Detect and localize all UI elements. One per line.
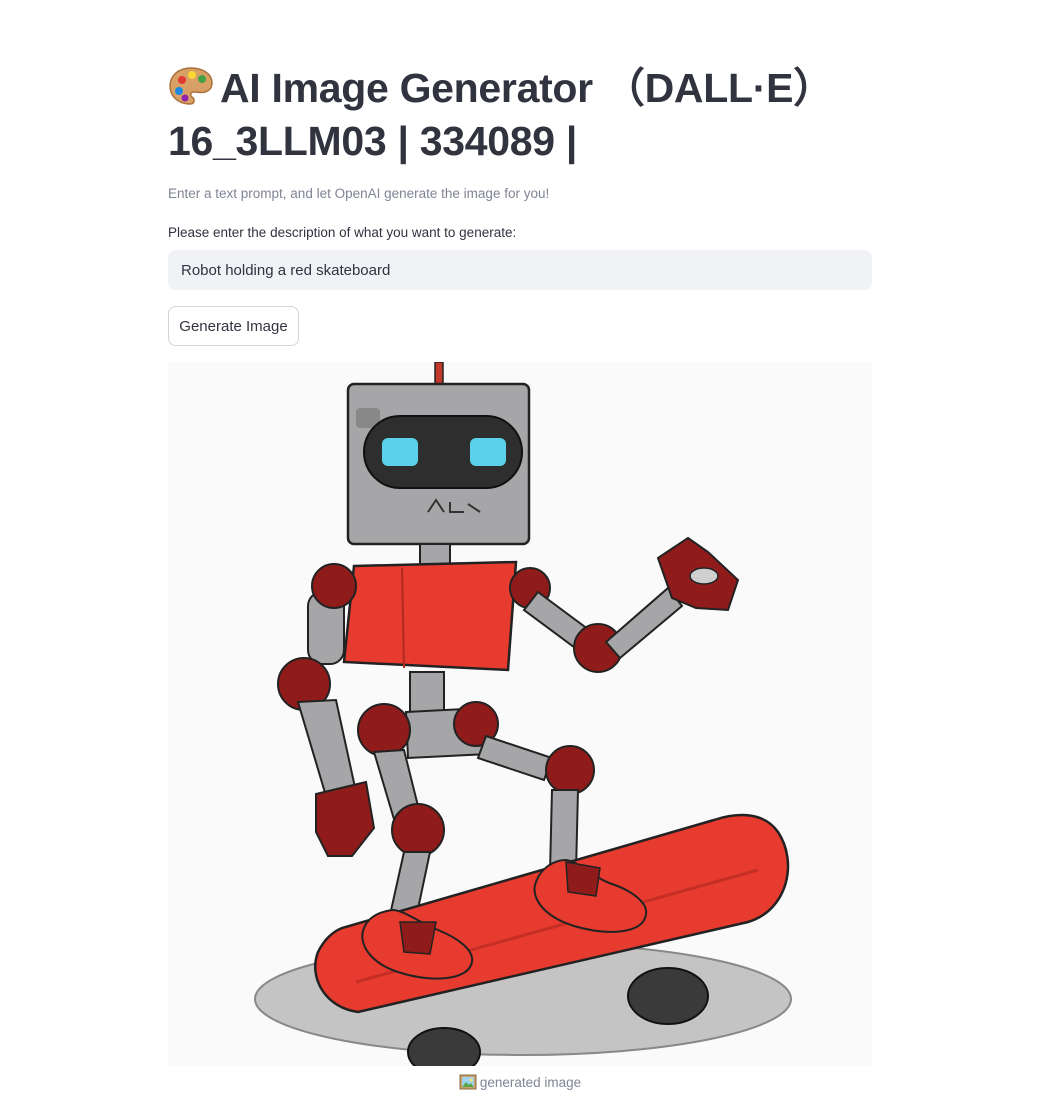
caption-text: generated image: [479, 1075, 582, 1090]
page-title: AI Image Generator （DALL·E）16_3LLM03 | 3…: [168, 62, 888, 168]
page-title-text: AI Image Generator （DALL·E）16_3LLM03 | 3…: [168, 65, 834, 164]
generate-image-button[interactable]: Generate Image: [168, 306, 299, 346]
prompt-label: Please enter the description of what you…: [168, 225, 517, 240]
generated-image: [168, 362, 872, 1066]
prompt-input[interactable]: [168, 250, 872, 290]
framed-picture-icon: [459, 1074, 477, 1090]
page-subtitle: Enter a text prompt, and let OpenAI gene…: [168, 186, 550, 201]
image-caption: generated image: [0, 1074, 1040, 1090]
artist-palette-icon: [168, 66, 214, 106]
